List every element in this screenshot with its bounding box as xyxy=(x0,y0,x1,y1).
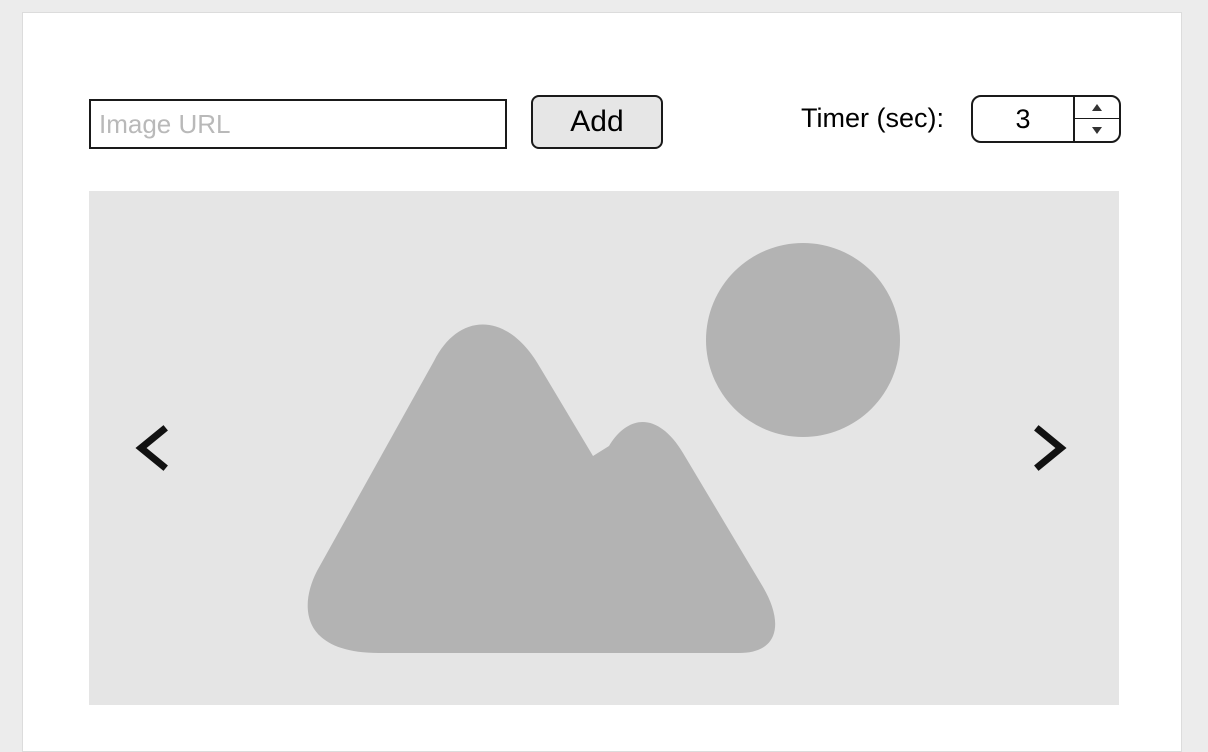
triangle-up-icon xyxy=(1092,104,1102,111)
next-button[interactable] xyxy=(1019,408,1079,488)
triangle-down-icon xyxy=(1092,126,1102,134)
mountains-shape xyxy=(307,324,776,653)
stepper-buttons xyxy=(1073,97,1119,141)
increment-button[interactable] xyxy=(1075,97,1119,119)
previous-button[interactable] xyxy=(123,408,183,488)
image-placeholder-icon xyxy=(307,243,900,653)
image-viewer xyxy=(89,191,1119,705)
sun-shape xyxy=(706,243,900,437)
timer-value[interactable]: 3 xyxy=(973,97,1073,141)
timer-stepper[interactable]: 3 xyxy=(971,95,1121,143)
timer-label: Timer (sec): xyxy=(801,103,944,133)
chevron-right-icon xyxy=(1034,425,1067,471)
chevron-left-icon xyxy=(135,425,168,471)
add-button[interactable]: Add xyxy=(531,95,663,149)
app-panel: Add Timer (sec): 3 xyxy=(22,12,1182,752)
image-url-input[interactable] xyxy=(89,99,507,149)
decrement-button[interactable] xyxy=(1075,119,1119,141)
